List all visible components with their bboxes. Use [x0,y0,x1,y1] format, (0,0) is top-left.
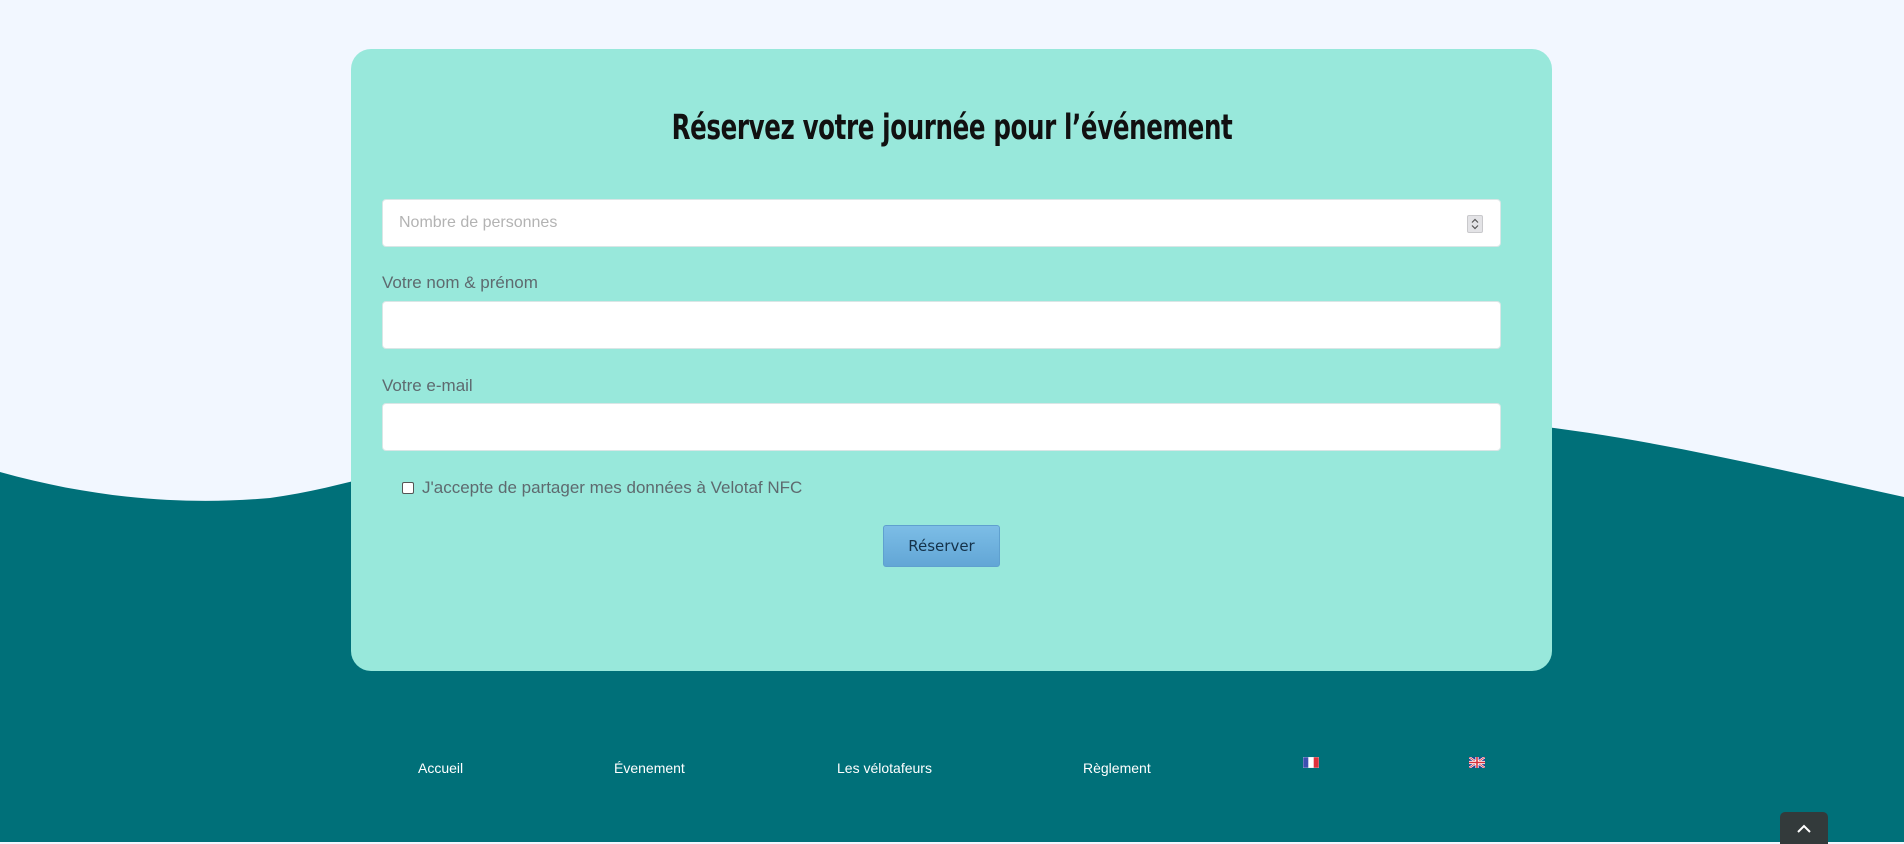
name-input[interactable] [383,302,1500,348]
french-flag-icon[interactable] [1303,757,1319,768]
email-field[interactable] [382,403,1501,451]
people-count-field[interactable] [382,199,1501,247]
consent-label[interactable]: J'accepte de partager mes données à Velo… [422,478,802,498]
name-field[interactable] [382,301,1501,349]
uk-flag-icon[interactable] [1469,757,1485,768]
footer-link-evenement[interactable]: Évenement [614,760,685,776]
chevron-up-icon [1797,824,1811,833]
number-spinner[interactable] [1467,215,1483,233]
email-input[interactable] [383,404,1500,450]
consent-checkbox[interactable] [402,482,414,494]
consent-row: J'accepte de partager mes données à Velo… [402,478,802,498]
page-title: Réservez votre journée pour l’événement [671,108,1233,148]
name-label: Votre nom & prénom [382,273,538,292]
email-label: Votre e-mail [382,376,473,395]
footer-link-reglement[interactable]: Règlement [1083,760,1151,776]
footer-link-velotafeurs[interactable]: Les vélotafeurs [837,760,932,776]
scroll-to-top-button[interactable] [1780,812,1828,844]
people-count-input[interactable] [383,200,1500,246]
reserve-button[interactable]: Réserver [883,525,1000,567]
spinner-arrows-icon [1471,218,1479,230]
footer-link-accueil[interactable]: Accueil [418,760,463,776]
